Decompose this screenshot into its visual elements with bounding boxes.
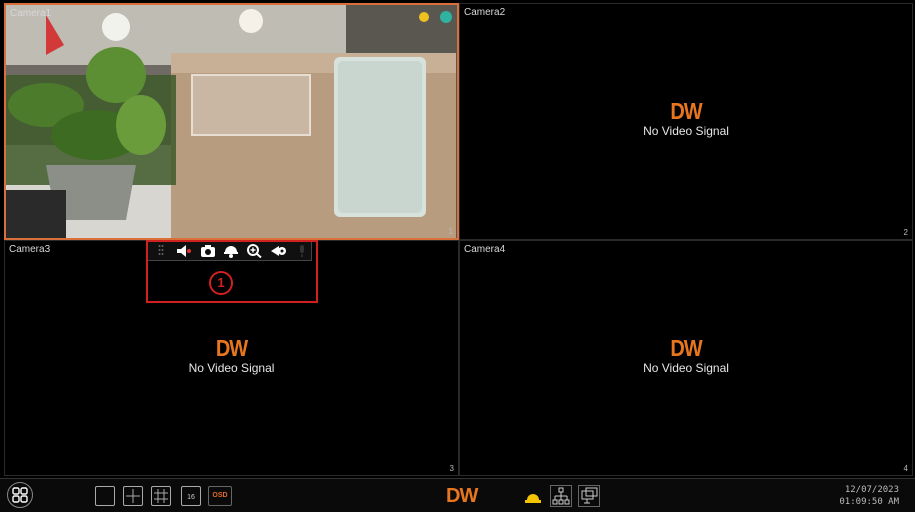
alarm-light-icon[interactable] xyxy=(522,485,544,507)
camera-tile-4[interactable]: Camera4 DW No Video Signal 4 xyxy=(459,240,913,476)
no-signal-text: No Video Signal xyxy=(643,124,729,138)
brand-logo: DW xyxy=(446,485,478,507)
intelligent-alarm-icon xyxy=(440,7,454,21)
no-signal-block: DW No Video Signal xyxy=(460,336,912,376)
no-signal-text: No Video Signal xyxy=(643,361,729,375)
time-text: 01:09:50 AM xyxy=(839,497,899,507)
tile-number: 3 xyxy=(449,464,454,473)
svg-text:16: 16 xyxy=(187,494,195,501)
layout-16-icon[interactable]: 16 xyxy=(181,486,201,506)
brand-logo: DW xyxy=(215,336,248,362)
camera-tile-2[interactable]: Camera2 DW No Video Signal 2 xyxy=(459,3,913,240)
bottom-bar: 16 OSD DW 12/07/2023 01:09:50 AM xyxy=(0,478,915,512)
display-output-icon[interactable] xyxy=(578,485,600,507)
no-signal-text: No Video Signal xyxy=(188,361,275,375)
camera-label: Camera1 xyxy=(10,8,52,19)
date-text: 12/07/2023 xyxy=(844,485,899,495)
callout-marker: 1 xyxy=(209,271,233,295)
network-icon[interactable] xyxy=(550,485,572,507)
camera-label: Camera3 xyxy=(9,244,51,255)
layout-9-icon[interactable] xyxy=(151,486,171,506)
camera-label: Camera4 xyxy=(464,244,506,255)
layout-4-icon[interactable] xyxy=(123,486,143,506)
camera-tile-1[interactable]: Camera1 1 xyxy=(4,3,459,240)
brand-logo: DW xyxy=(670,99,702,125)
no-signal-block: DW No Video Signal xyxy=(460,99,912,139)
tile-number: 2 xyxy=(903,228,908,237)
motion-alarm-icon xyxy=(418,7,432,21)
toolbar-highlight-box xyxy=(146,240,318,303)
camera-label: Camera2 xyxy=(464,7,506,18)
no-signal-block: DW No Video Signal xyxy=(5,336,458,376)
datetime-display: 12/07/2023 01:09:50 AM xyxy=(839,484,899,508)
osd-button[interactable]: OSD xyxy=(208,486,232,506)
start-menu-icon[interactable] xyxy=(7,482,33,508)
tile-number: 4 xyxy=(903,464,908,473)
tile-number: 1 xyxy=(448,227,453,236)
layout-1-icon[interactable] xyxy=(95,486,115,506)
osd-label: OSD xyxy=(212,492,228,499)
brand-logo: DW xyxy=(670,336,702,362)
live-video-feed xyxy=(6,5,457,238)
